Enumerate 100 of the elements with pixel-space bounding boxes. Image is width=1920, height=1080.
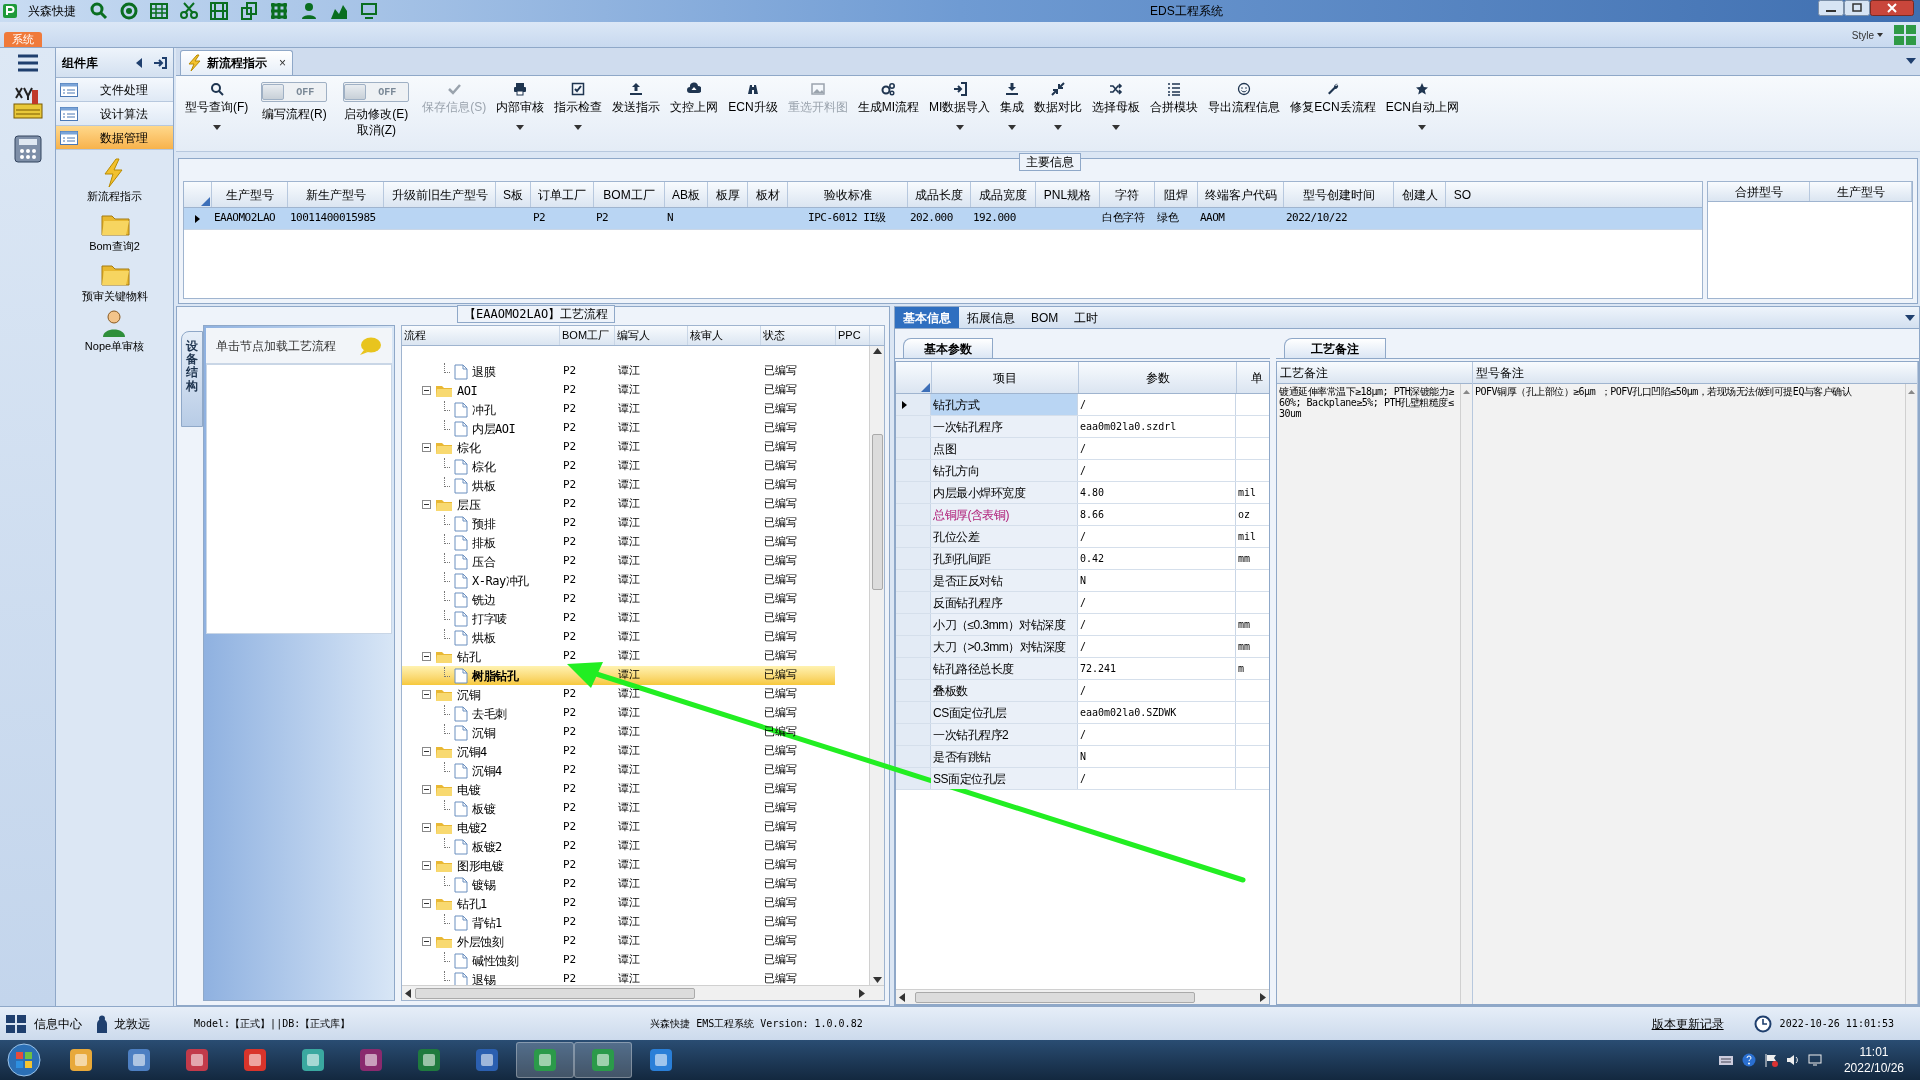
column-header[interactable]: 型号备注 — [1473, 362, 1917, 384]
tree-node[interactable]: 烘板 — [472, 628, 497, 647]
toolbar-button[interactable]: ECN自动上网 — [1380, 80, 1465, 146]
close-tab-button[interactable]: × — [279, 54, 286, 72]
style-menu[interactable]: Style — [1851, 27, 1874, 43]
scrollbar-thumb[interactable] — [871, 434, 883, 590]
collapse-node-icon[interactable] — [422, 500, 431, 509]
launcher-button[interactable]: Bom查询2 — [89, 208, 140, 254]
tree-node[interactable]: 背钻1 — [472, 913, 504, 932]
monitor-icon[interactable] — [360, 2, 378, 20]
scroll-left-icon[interactable] — [899, 992, 905, 1002]
keyboard-icon[interactable] — [1717, 1054, 1734, 1066]
column-header[interactable]: 生产型号 — [1810, 182, 1912, 201]
vertical-scrollbar[interactable] — [1460, 384, 1472, 1004]
collapse-node-icon[interactable] — [422, 937, 431, 946]
overflow-caret-icon[interactable] — [1906, 58, 1916, 64]
collapse-node-icon[interactable] — [422, 443, 431, 452]
column-header[interactable]: 核审人 — [688, 326, 761, 345]
library-item[interactable]: 数据管理 — [56, 126, 173, 150]
column-header[interactable]: 创建人 — [1393, 182, 1445, 207]
table-icon[interactable] — [150, 2, 168, 20]
tree-node[interactable]: 沉铜 — [472, 723, 497, 742]
maximize-button[interactable] — [1844, 0, 1870, 16]
column-header[interactable]: 编写人 — [615, 326, 688, 345]
library-item[interactable]: 设计算法 — [56, 102, 173, 126]
toolbar-button[interactable]: 文控上网 — [665, 80, 724, 146]
factory-icon[interactable] — [11, 86, 44, 120]
toolbar-button[interactable]: 生成MI流程 — [852, 80, 924, 146]
detail-tab[interactable]: 基本信息 — [895, 307, 959, 328]
taskbar-app-button[interactable] — [516, 1042, 574, 1078]
launcher-button[interactable]: Nope单审核 — [84, 308, 145, 354]
scroll-right-icon[interactable] — [1260, 992, 1266, 1002]
tree-node[interactable]: X-Ray冲孔 — [472, 571, 531, 590]
column-header[interactable]: 订单工厂 — [530, 182, 593, 207]
speaker-icon[interactable] — [1785, 1053, 1800, 1067]
status-text[interactable]: 信息中心 — [34, 1014, 82, 1033]
column-header[interactable]: 终端客户代码 — [1197, 182, 1283, 207]
tree-node[interactable]: 板镀2 — [472, 837, 504, 856]
tree-node[interactable]: 内层AOI — [472, 419, 518, 438]
person-icon[interactable] — [300, 2, 318, 20]
toolbar-button[interactable]: MI数据导入 — [924, 80, 996, 146]
close-button[interactable] — [1870, 0, 1914, 16]
column-header[interactable]: 型号创建时间 — [1283, 182, 1393, 207]
tree-node[interactable]: 钻孔1 — [457, 894, 489, 913]
copy-icon[interactable] — [240, 2, 258, 20]
tree-node[interactable]: 打字唛 — [472, 609, 509, 628]
tree-node[interactable]: 外层蚀刻 — [457, 932, 505, 951]
toolbar-button[interactable]: 选择母板 — [1087, 80, 1146, 146]
toolbar-button[interactable]: ECN升级 — [723, 80, 783, 146]
tree-node[interactable]: 预排 — [472, 514, 497, 533]
scrollbar-thumb[interactable] — [915, 991, 1195, 1003]
tree-node[interactable]: 沉铜4 — [457, 742, 489, 761]
tree-node[interactable]: 沉铜4 — [472, 761, 504, 780]
collapse-node-icon[interactable] — [422, 861, 431, 870]
sign-in-icon[interactable] — [153, 56, 167, 69]
tree-node[interactable]: 图形电镀 — [457, 856, 505, 875]
collapse-node-icon[interactable] — [422, 652, 431, 661]
taskbar-app-button[interactable] — [574, 1042, 632, 1078]
column-header[interactable]: PNL规格 — [1035, 182, 1099, 207]
tree-node[interactable]: 钻孔 — [457, 647, 482, 666]
start-button[interactable] — [6, 1042, 42, 1078]
flag-icon[interactable] — [1763, 1053, 1778, 1067]
column-header[interactable]: 板材 — [747, 182, 787, 207]
launcher-button[interactable]: 新流程指示 — [87, 158, 142, 204]
grid-icon[interactable] — [270, 2, 288, 20]
scroll-down-icon[interactable] — [872, 977, 882, 983]
column-header[interactable]: 板厚 — [707, 182, 747, 207]
help-icon[interactable] — [1741, 1053, 1756, 1067]
column-header[interactable]: AB板 — [664, 182, 707, 207]
column-header[interactable]: 工艺备注 — [1277, 362, 1472, 384]
detail-tab[interactable]: 工时 — [1066, 307, 1107, 328]
panel-tab[interactable]: 工艺备注 — [1284, 338, 1386, 358]
column-header[interactable]: 升级前旧生产型号 — [383, 182, 495, 207]
selected-row[interactable]: 树脂钻孔 谭江 已编写 — [402, 666, 835, 685]
side-tab[interactable]: 设备结构 — [181, 331, 203, 427]
column-header[interactable]: 成品长度 — [907, 182, 970, 207]
overflow-caret-icon[interactable] — [1905, 315, 1915, 321]
horizontal-scrollbar[interactable] — [402, 985, 884, 1000]
calculator-icon[interactable] — [12, 134, 43, 164]
scroll-right-icon[interactable] — [859, 988, 865, 998]
collapse-node-icon[interactable] — [422, 747, 431, 756]
changelog-link[interactable]: 版本更新记录 — [1651, 1014, 1724, 1033]
panel-tab[interactable]: 基本参数 — [903, 338, 993, 358]
column-header[interactable]: 新生产型号 — [287, 182, 383, 207]
launcher-button[interactable]: 预审关键物料 — [81, 258, 148, 304]
collapse-node-icon[interactable] — [422, 899, 431, 908]
tree-node[interactable]: 烘板 — [472, 476, 497, 495]
tree-node[interactable]: 冲孔 — [472, 400, 497, 419]
toolbar-button[interactable]: 数据对比 — [1029, 80, 1088, 146]
toolbar-button[interactable]: 内部审核 — [491, 80, 550, 146]
tree-node[interactable]: 镀锡 — [472, 875, 497, 894]
tree-node[interactable]: 层压 — [457, 495, 482, 514]
column-header[interactable]: 验收标准 — [787, 182, 907, 207]
library-item[interactable]: 文件处理 — [56, 78, 173, 102]
horizontal-scrollbar[interactable] — [896, 989, 1269, 1004]
collapse-node-icon[interactable] — [422, 690, 431, 699]
scissors-icon[interactable] — [180, 2, 198, 20]
column-header[interactable]: 单 — [1236, 362, 1269, 393]
lifebuoy-icon[interactable] — [120, 2, 138, 20]
row-indicator[interactable] — [896, 394, 931, 415]
